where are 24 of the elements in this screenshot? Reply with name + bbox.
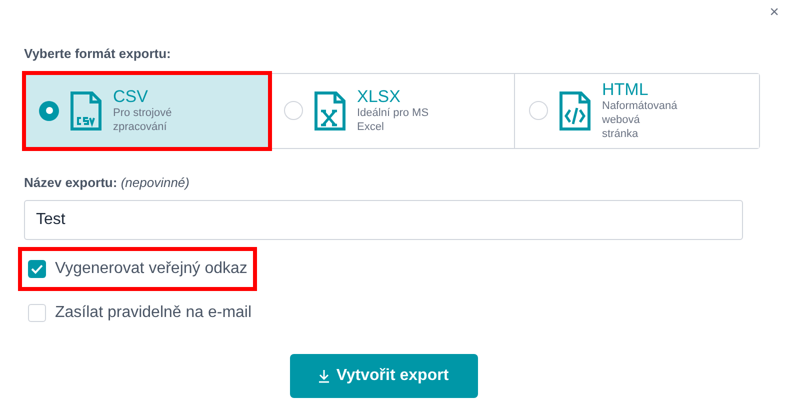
format-title: XLSX [357, 87, 402, 106]
format-title: CSV [113, 87, 149, 106]
section-label: Vyberte formát exportu: [24, 45, 172, 63]
checkbox[interactable] [28, 260, 46, 278]
format-description: Ideální pro MS Excel [357, 106, 429, 134]
download-icon [318, 369, 330, 383]
spreadsheet-file-icon [313, 90, 347, 130]
field-label: Název exportu: [24, 174, 118, 190]
format-option[interactable]: CSV Pro strojové zpracování [25, 74, 269, 148]
code-file-icon [558, 90, 592, 130]
field-note: (nepovinné) [120, 174, 190, 190]
checkbox[interactable] [28, 304, 46, 322]
format-description: Pro strojové zpracování [113, 106, 173, 134]
radio-button[interactable] [39, 100, 59, 120]
format-option[interactable]: HTML Naformátovaná webová stránka [514, 74, 759, 148]
create-export-button[interactable]: Vytvořit export [290, 354, 478, 398]
csv-file-icon [69, 90, 103, 130]
close-button[interactable]: × [770, 1, 779, 25]
checkbox-label: Vygenerovat veřejný odkaz [55, 259, 248, 279]
radio-button[interactable] [529, 101, 548, 120]
checkbox-label: Zasílat pravidelně na e-mail [55, 303, 252, 323]
radio-button[interactable] [284, 101, 303, 120]
name-field[interactable]: Test [24, 200, 743, 240]
format-title: HTML [602, 80, 650, 99]
